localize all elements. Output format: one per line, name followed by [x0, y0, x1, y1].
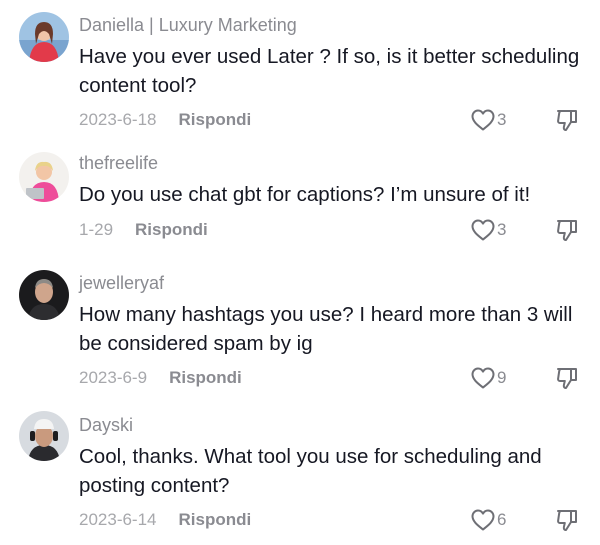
thumbs-down-icon: [557, 110, 577, 131]
like-button[interactable]: 9: [470, 365, 506, 391]
comment-username[interactable]: thefreelife: [79, 152, 158, 174]
comment-username[interactable]: jewelleryaf: [79, 272, 164, 294]
avatar-photo-man-headphones-icon: [19, 411, 69, 461]
avatar[interactable]: [19, 411, 69, 461]
comment-date: 2023-6-14: [79, 510, 157, 529]
reply-button[interactable]: Rispondi: [135, 220, 208, 239]
avatar-photo-man-icon: [19, 270, 69, 320]
avatar-photo-woman-pink-laptop-icon: [19, 152, 69, 202]
comment-text: Cool, thanks. What tool you use for sche…: [79, 445, 542, 497]
dislike-button[interactable]: [554, 217, 580, 243]
like-count: 9: [497, 368, 507, 387]
comment-date: 2023-6-18: [79, 110, 157, 129]
reply-button[interactable]: Rispondi: [179, 510, 252, 529]
comment-meta: 1-29 Rispondi: [79, 219, 208, 241]
like-count: 6: [497, 510, 507, 529]
heart-icon: [471, 367, 495, 389]
like-count: 3: [497, 220, 507, 239]
comment-meta: 2023-6-9 Rispondi: [79, 367, 242, 389]
avatar[interactable]: [19, 270, 69, 320]
like-button[interactable]: 3: [470, 217, 506, 243]
comment-date: 1-29: [79, 220, 114, 239]
comment-meta: 2023-6-18 Rispondi: [79, 109, 251, 131]
avatar[interactable]: [19, 152, 69, 202]
comment-date: 2023-6-9: [79, 368, 148, 387]
avatar[interactable]: [19, 12, 69, 62]
avatar-photo-woman-red-icon: [19, 12, 69, 62]
like-button[interactable]: 3: [470, 107, 506, 133]
dislike-button[interactable]: [554, 507, 580, 533]
thumbs-down-icon: [557, 368, 577, 389]
reply-button[interactable]: Rispondi: [169, 368, 242, 387]
heart-icon: [471, 219, 495, 241]
like-button[interactable]: 6: [470, 507, 506, 533]
dislike-button[interactable]: [554, 365, 580, 391]
comment-username[interactable]: Dayski: [79, 414, 133, 436]
reply-button[interactable]: Rispondi: [179, 110, 252, 129]
comment-text: How many hashtags you use? I heard more …: [79, 303, 573, 355]
heart-icon: [471, 509, 495, 531]
comment-text: Have you ever used Later ? If so, is it …: [79, 45, 580, 97]
dislike-button[interactable]: [554, 107, 580, 133]
comment-text: Do you use chat gbt for captions? I’m un…: [79, 183, 531, 206]
comment-meta: 2023-6-14 Rispondi: [79, 509, 251, 531]
like-count: 3: [497, 110, 507, 129]
heart-icon: [471, 109, 495, 131]
comment-username[interactable]: Daniella | Luxury Marketing: [79, 14, 297, 36]
thumbs-down-icon: [557, 510, 577, 531]
thumbs-down-icon: [557, 220, 577, 241]
